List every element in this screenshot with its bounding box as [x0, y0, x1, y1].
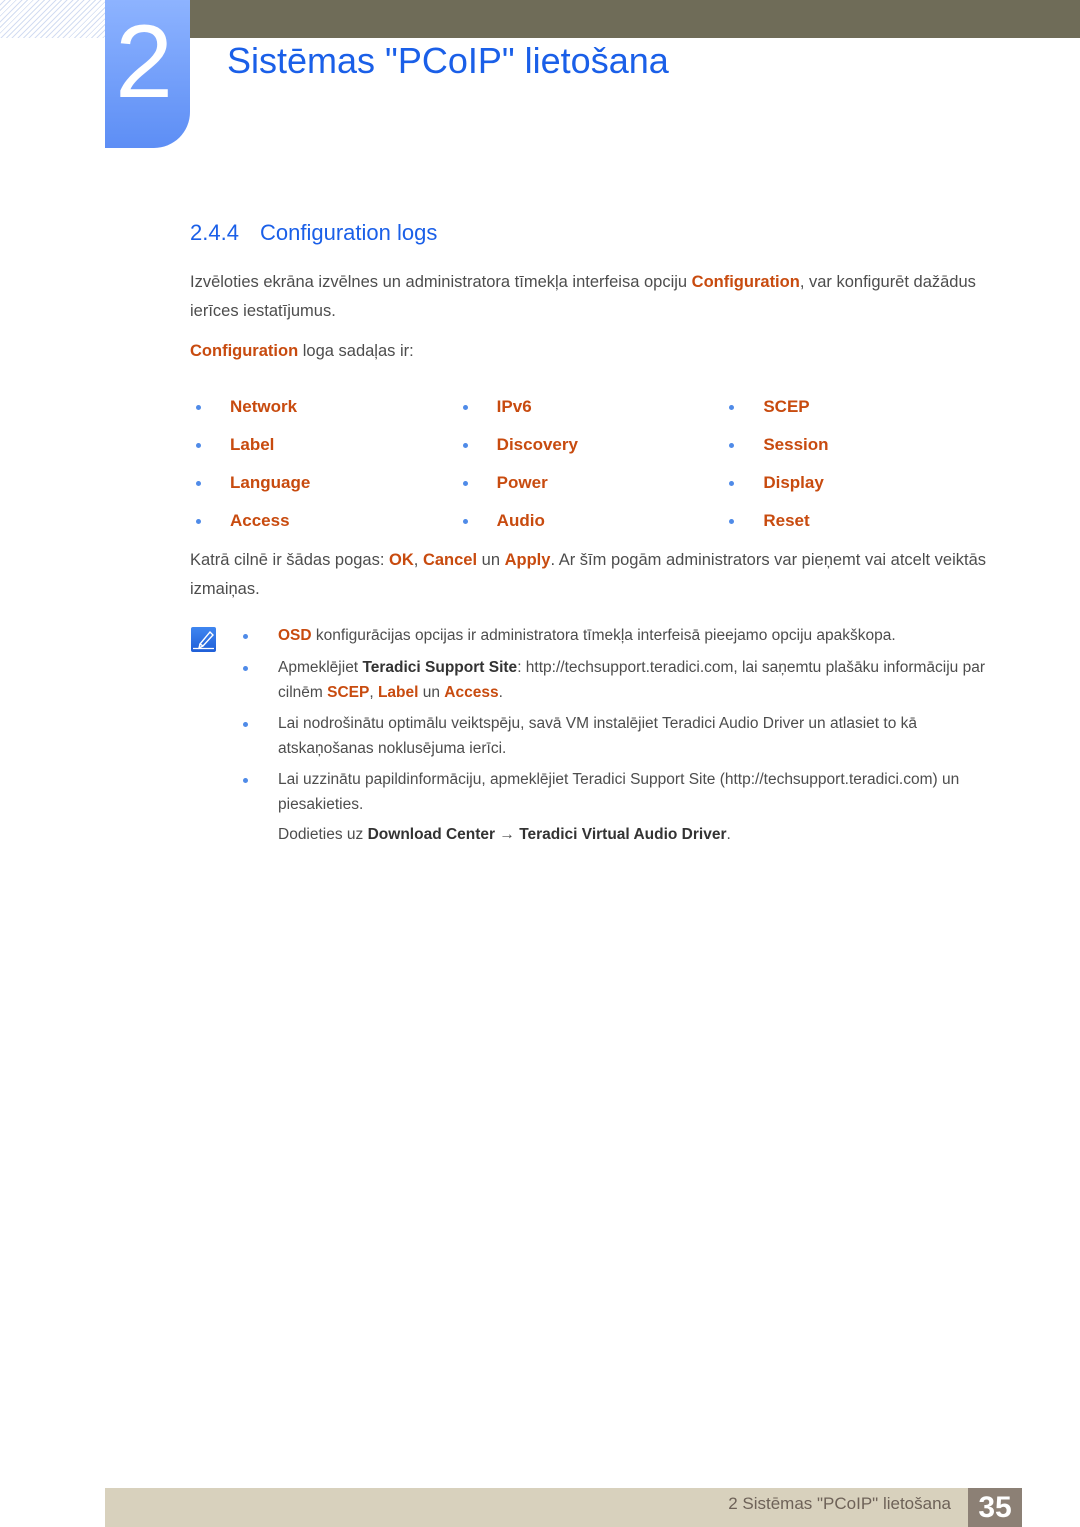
decorative-hatch — [0, 0, 105, 38]
note-text: . — [498, 684, 503, 701]
bullet-icon — [729, 405, 735, 410]
list-item: Language — [190, 466, 457, 504]
list-item: Discovery — [457, 428, 724, 466]
bullet-icon — [243, 634, 248, 639]
list-item: Reset — [723, 504, 990, 542]
intro-text: Izvēloties ekrāna izvēlnes un administra… — [190, 273, 692, 291]
list-item-label: Access — [230, 511, 290, 530]
list-item-label: Language — [230, 473, 311, 492]
bullet-icon — [243, 666, 248, 671]
note-subline: Dodieties uz Download Center → Teradici … — [278, 822, 998, 847]
apply-term: Apply — [504, 551, 551, 569]
note-text: konfigurācijas opcijas ir administratora… — [311, 627, 896, 644]
text: , — [413, 551, 423, 569]
footer-chapter-title: 2 Sistēmas "PCoIP" lietošana — [728, 1494, 951, 1513]
bullet-icon — [462, 481, 468, 486]
audio-driver-term: Teradici Virtual Audio Driver — [519, 826, 727, 843]
tabs-list-row: Access Audio Reset — [190, 504, 990, 542]
bullet-icon — [462, 405, 468, 410]
list-item-label: Discovery — [496, 435, 578, 454]
sections-intro-text: loga sadaļas ir: — [298, 342, 414, 360]
scep-term: SCEP — [327, 684, 370, 701]
bullet-icon — [462, 519, 468, 524]
note-text: Lai uzzinātu papildinformāciju, apmeklēj… — [278, 771, 960, 813]
section-number: 2.4.4 — [190, 220, 239, 245]
configuration-term: Configuration — [691, 273, 800, 291]
bullet-icon — [729, 443, 735, 448]
tabs-list-row: Language Power Display — [190, 466, 990, 504]
list-item-label: Session — [763, 435, 829, 454]
note-item: Lai nodrošinātu optimālu veiktspēju, sav… — [243, 711, 998, 761]
bullet-icon — [243, 722, 248, 727]
arrow-right-icon: → — [495, 826, 520, 843]
chapter-title: Sistēmas "PCoIP" lietošana — [227, 40, 669, 81]
list-item: Network — [190, 390, 457, 428]
osd-term: OSD — [278, 627, 312, 644]
list-item: IPv6 — [457, 390, 724, 428]
note-text: Apmeklējiet — [278, 659, 363, 676]
bullet-icon — [729, 519, 735, 524]
intro-paragraph: Izvēloties ekrāna izvēlnes un administra… — [190, 268, 990, 326]
buttons-paragraph: Katrā cilnē ir šādas pogas: OK, Cancel u… — [190, 546, 990, 604]
list-item-label: Label — [230, 435, 275, 454]
teradici-support-site-term: Teradici Support Site — [362, 659, 518, 676]
sections-intro: Configuration loga sadaļas ir: — [190, 337, 990, 366]
list-item-label: SCEP — [763, 397, 810, 416]
ok-term: OK — [389, 551, 414, 569]
note-item: Lai uzzinātu papildinformāciju, apmeklēj… — [243, 767, 998, 817]
tabs-list-row: Network IPv6 SCEP — [190, 390, 990, 428]
list-item-label: Audio — [496, 511, 545, 530]
list-item: Access — [190, 504, 457, 542]
note-pencil-icon — [191, 627, 216, 652]
list-item: Audio — [457, 504, 724, 542]
bullet-icon — [729, 481, 735, 486]
list-item: Session — [723, 428, 990, 466]
note-text: . — [726, 826, 731, 843]
list-item: SCEP — [723, 390, 990, 428]
section-title: 2.4.4 Configuration logs — [190, 220, 437, 246]
list-item: Label — [190, 428, 457, 466]
bullet-icon — [196, 519, 201, 524]
note-text: , — [369, 684, 378, 701]
section-title-text: Configuration logs — [260, 220, 438, 245]
download-center-term: Download Center — [367, 826, 496, 843]
list-item-label: Power — [496, 473, 548, 492]
bullet-icon — [462, 443, 468, 448]
label-term: Label — [377, 684, 419, 701]
text: un — [477, 551, 505, 569]
page-number: 35 — [968, 1488, 1022, 1527]
access-term: Access — [444, 684, 499, 701]
list-item-label: Display — [763, 473, 824, 492]
bullet-icon — [196, 405, 201, 410]
list-item-label: Network — [230, 397, 298, 416]
configuration-term: Configuration — [190, 342, 299, 360]
list-item-label: Reset — [763, 511, 810, 530]
list-item: Power — [457, 466, 724, 504]
tabs-list: Network IPv6 SCEP Label Discovery Sessio… — [190, 390, 990, 542]
bullet-icon — [243, 778, 248, 783]
text: Katrā cilnē ir šādas pogas: — [190, 551, 390, 569]
note-text: un — [418, 684, 445, 701]
bullet-icon — [196, 481, 201, 486]
list-item: Display — [723, 466, 990, 504]
note-text: Dodieties uz — [278, 826, 368, 843]
note-item: Apmeklējiet Teradici Support Site: http:… — [243, 655, 998, 705]
list-item-label: IPv6 — [496, 397, 532, 416]
cancel-term: Cancel — [422, 551, 478, 569]
tabs-list-row: Label Discovery Session — [190, 428, 990, 466]
chapter-number: 2 — [115, 4, 173, 120]
chapter-badge: 2 — [105, 0, 190, 148]
note-text: Lai nodrošinātu optimālu veiktspēju, sav… — [278, 715, 917, 757]
bullet-icon — [196, 443, 201, 448]
note-item: OSD konfigurācijas opcijas ir administra… — [243, 623, 998, 648]
header-bar — [190, 0, 1080, 38]
